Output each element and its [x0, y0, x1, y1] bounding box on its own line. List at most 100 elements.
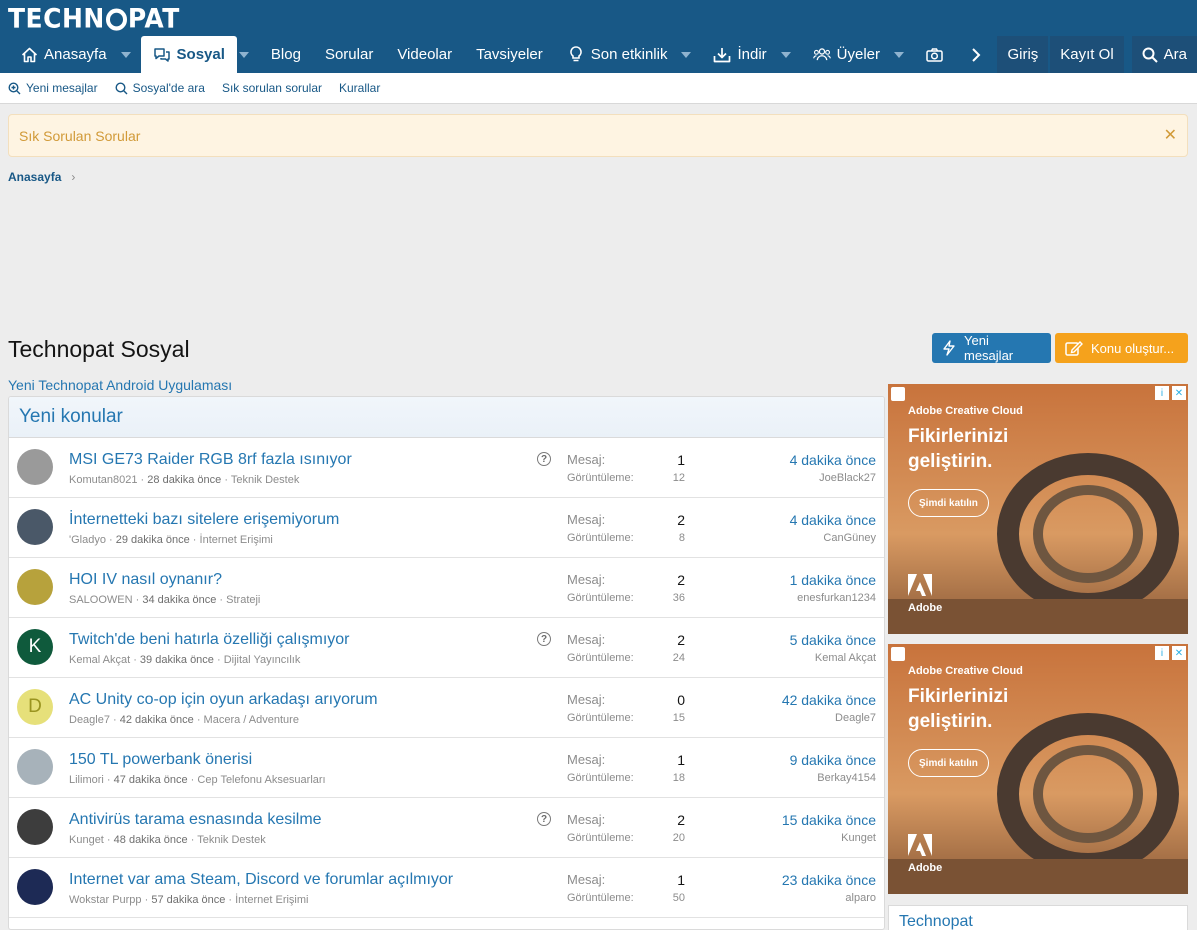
subnav-rules[interactable]: Kurallar: [339, 81, 380, 95]
avatar[interactable]: K: [17, 629, 53, 665]
camera-icon[interactable]: [914, 36, 955, 73]
thread-time[interactable]: 39 dakika önce: [140, 654, 214, 666]
last-post-user[interactable]: CanGüney: [823, 532, 876, 544]
last-post-time[interactable]: 9 dakika önce: [790, 752, 876, 768]
thread-forum[interactable]: Dijital Yayıncılık: [224, 654, 301, 666]
thread-time[interactable]: 42 dakika önce: [120, 714, 194, 726]
avatar[interactable]: D: [17, 689, 53, 725]
nav-tab[interactable]: Son etkinlik: [555, 36, 680, 73]
thread-author[interactable]: Deagle7: [69, 714, 110, 726]
subnav-faq[interactable]: Sık sorulan sorular: [222, 81, 322, 95]
thread-author[interactable]: Wokstar Purpp: [69, 894, 142, 906]
login-button[interactable]: Giriş: [997, 36, 1049, 73]
new-posts-button[interactable]: Yeni mesajlar: [932, 333, 1051, 363]
thread-title[interactable]: Antivirüs tarama esnasında kesilme: [69, 811, 322, 829]
thread-title[interactable]: İnternetteki bazı sitelere erişemiyorum: [69, 511, 339, 529]
site-logo[interactable]: TECHN PAT: [8, 2, 180, 34]
thread-author[interactable]: Kemal Akçat: [69, 654, 130, 666]
search-button[interactable]: Ara: [1131, 36, 1197, 73]
last-post-time[interactable]: 42 dakika önce: [782, 692, 876, 708]
chevron-down-icon[interactable]: [892, 36, 914, 73]
nav-tab[interactable]: Tavsiyeler: [464, 36, 555, 73]
thread-author[interactable]: Kunget: [69, 834, 104, 846]
create-thread-button[interactable]: Konu oluştur...: [1055, 333, 1188, 363]
chevron-down-icon[interactable]: [779, 36, 801, 73]
avatar[interactable]: [17, 809, 53, 845]
last-post-time[interactable]: 1 dakika önce: [790, 572, 876, 588]
subnav-new-posts[interactable]: Yeni mesajlar: [8, 81, 98, 95]
nav-scroll-right-icon[interactable]: [962, 36, 990, 73]
close-icon[interactable]: ✕: [1172, 646, 1186, 660]
info-icon[interactable]: i: [1155, 646, 1169, 660]
last-post-user[interactable]: enesfurkan1234: [797, 592, 876, 604]
last-post-time[interactable]: 4 dakika önce: [790, 452, 876, 468]
thread-title[interactable]: 150 TL powerbank önerisi: [69, 751, 252, 769]
android-app-link[interactable]: Yeni Technopat Android Uygulaması: [8, 377, 232, 393]
nav-tab[interactable]: Sosyal: [140, 36, 237, 73]
last-post-user[interactable]: Kunget: [841, 832, 876, 844]
thread-forum[interactable]: Teknik Destek: [231, 474, 299, 486]
thread-row[interactable]: Antivirüs tarama esnasında kesilme Kunget…: [9, 798, 884, 858]
avatar[interactable]: [17, 749, 53, 785]
last-post-user[interactable]: Deagle7: [835, 712, 876, 724]
chevron-down-icon[interactable]: [679, 36, 701, 73]
ad-cta-button[interactable]: Şimdi katılın: [908, 749, 989, 777]
last-post-user[interactable]: alparo: [845, 892, 876, 904]
sidebar-block-title[interactable]: Technopat: [888, 905, 1188, 930]
ad-banner[interactable]: i ✕ Adobe Creative Cloud Fikirlerinizi ge…: [888, 644, 1188, 894]
thread-forum[interactable]: Teknik Destek: [197, 834, 265, 846]
thread-title[interactable]: AC Unity co-op için oyun arkadaşı arıyor…: [69, 691, 378, 709]
thread-forum[interactable]: Strateji: [226, 594, 260, 606]
thread-row[interactable]: 150 TL powerbank önerisi Lilimori · 47 da…: [9, 738, 884, 798]
thread-title[interactable]: HOI IV nasıl oynanır?: [69, 571, 222, 589]
nav-tab[interactable]: Üyeler: [801, 36, 892, 73]
new-threads-heading[interactable]: Yeni konular: [9, 397, 884, 438]
avatar[interactable]: [17, 509, 53, 545]
thread-time[interactable]: 29 dakika önce: [116, 534, 190, 546]
close-icon[interactable]: ✕: [1172, 386, 1186, 400]
thread-row[interactable]: HOI IV nasıl oynanır? SALOOWEN · 34 dakik…: [9, 558, 884, 618]
thread-forum[interactable]: Macera / Adventure: [204, 714, 299, 726]
thread-forum[interactable]: İnternet Erişimi: [200, 534, 273, 546]
thread-title[interactable]: Twitch'de beni hatırla özelliği çalışmıy…: [69, 631, 350, 649]
thread-author[interactable]: 'Gladyo: [69, 534, 106, 546]
ad-choices[interactable]: i ✕: [1155, 386, 1186, 400]
thread-time[interactable]: 47 dakika önce: [114, 774, 188, 786]
nav-tab[interactable]: Anasayfa: [8, 36, 119, 73]
last-post-user[interactable]: Berkay4154: [817, 772, 876, 784]
thread-title[interactable]: Internet var ama Steam, Discord ve forum…: [69, 871, 453, 889]
thread-author[interactable]: SALOOWEN: [69, 594, 133, 606]
breadcrumb-home[interactable]: Anasayfa: [8, 170, 61, 184]
thread-row[interactable]: İnternetteki bazı sitelere erişemiyorum '…: [9, 498, 884, 558]
thread-row[interactable]: MSI GE73 Raider RGB 8rf fazla ısınıyor Ko…: [9, 438, 884, 498]
notice-text[interactable]: Sık Sorulan Sorular: [19, 128, 140, 144]
thread-forum[interactable]: İnternet Erişimi: [235, 894, 308, 906]
thread-forum[interactable]: Cep Telefonu Aksesuarları: [197, 774, 325, 786]
thread-title[interactable]: MSI GE73 Raider RGB 8rf fazla ısınıyor: [69, 451, 352, 469]
last-post-user[interactable]: Kemal Akçat: [815, 652, 876, 664]
chevron-down-icon[interactable]: [119, 36, 141, 73]
last-post-time[interactable]: 23 dakika önce: [782, 872, 876, 888]
thread-time[interactable]: 48 dakika önce: [114, 834, 188, 846]
register-button[interactable]: Kayıt Ol: [1050, 36, 1124, 73]
thread-author[interactable]: Komutan8021: [69, 474, 138, 486]
thread-time[interactable]: 34 dakika önce: [142, 594, 216, 606]
nav-tab[interactable]: Blog: [259, 36, 313, 73]
nav-tab[interactable]: Videolar: [385, 36, 464, 73]
nav-tab[interactable]: Sorular: [313, 36, 385, 73]
avatar[interactable]: [17, 449, 53, 485]
thread-row[interactable]: K Twitch'de beni hatırla özelliği çalışmı…: [9, 618, 884, 678]
thread-author[interactable]: Lilimori: [69, 774, 104, 786]
close-icon[interactable]: ✕: [1164, 125, 1177, 145]
subnav-search-social[interactable]: Sosyal'de ara: [115, 81, 205, 95]
ad-cta-button[interactable]: Şimdi katılın: [908, 489, 989, 517]
avatar[interactable]: [17, 569, 53, 605]
last-post-user[interactable]: JoeBlack27: [819, 472, 876, 484]
nav-tab[interactable]: İndir: [701, 36, 778, 73]
ad-choices[interactable]: i ✕: [1155, 646, 1186, 660]
thread-time[interactable]: 57 dakika önce: [151, 894, 225, 906]
thread-time[interactable]: 28 dakika önce: [147, 474, 221, 486]
info-icon[interactable]: i: [1155, 386, 1169, 400]
last-post-time[interactable]: 15 dakika önce: [782, 812, 876, 828]
avatar[interactable]: [17, 869, 53, 905]
